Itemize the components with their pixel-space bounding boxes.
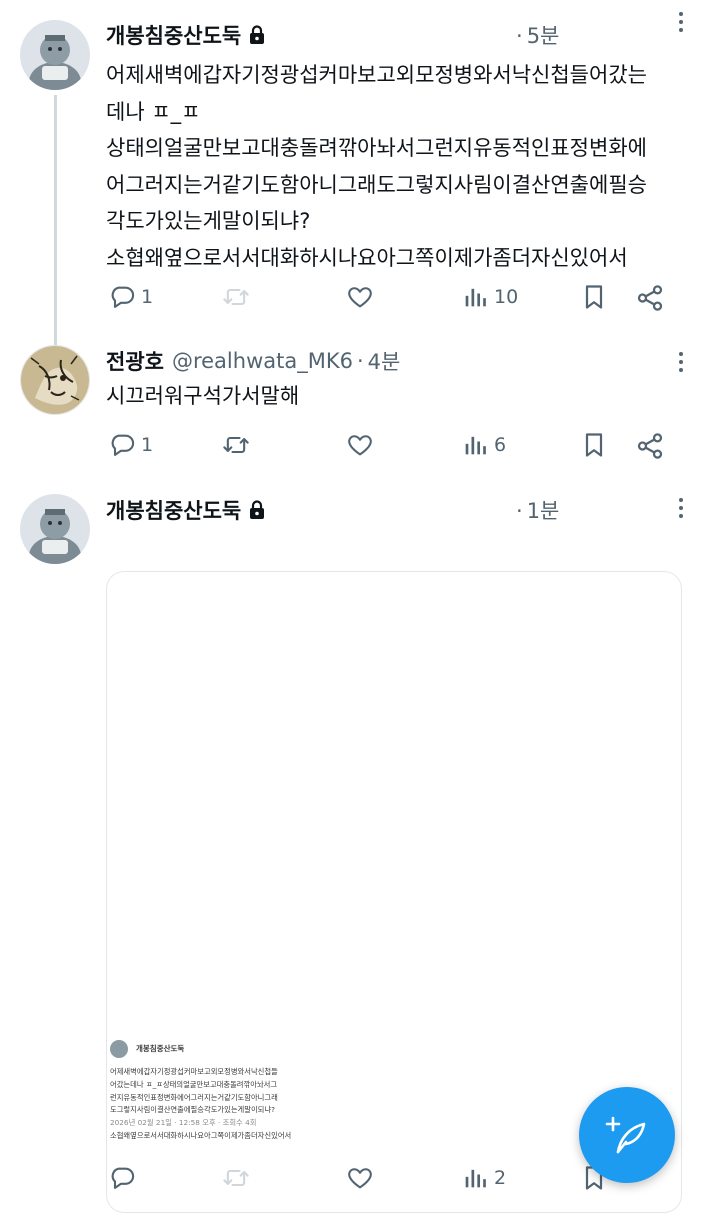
display-name[interactable]: 전광호 xyxy=(106,346,164,376)
like-button[interactable] xyxy=(346,431,374,459)
text-line: 시끄러워구석가서말해 xyxy=(106,384,300,408)
view-count: 10 xyxy=(494,286,519,308)
reply-count: 1 xyxy=(141,286,154,308)
text-line: 어그러지는거같기도함아니그래도그렇지사림이결산연출에필승 xyxy=(106,172,647,197)
embedded-screenshot: 개봉침중산도둑 어제새벽에갑자기정광섭커마보고외모정병와서낙신첩들 어갔는데나 … xyxy=(110,1040,310,1144)
post-header: 개봉침중산도둑 xyxy=(106,495,265,525)
retweet-icon xyxy=(223,288,249,306)
avatar-image xyxy=(21,346,89,414)
like-button[interactable] xyxy=(346,283,374,311)
retweet-button[interactable] xyxy=(222,1164,250,1192)
post-text: 시끄러워구석가서말해 xyxy=(106,378,681,415)
share-button[interactable] xyxy=(635,431,665,461)
comment-icon xyxy=(111,434,135,456)
post-header: 전광호 @realhwata_MK6 · 4분 xyxy=(106,346,400,376)
reply-count: 1 xyxy=(141,434,154,456)
retweet-icon xyxy=(223,436,249,454)
action-bar: 1 10 xyxy=(108,283,668,313)
text-line: 데나 ㅍ_ㅍ xyxy=(106,99,201,124)
embedded-line: 런지유동적인표정변화에어그러지는거같기도함아니그래 xyxy=(110,1092,278,1102)
post-time[interactable]: · 1분 xyxy=(512,495,559,525)
separator-dot: · xyxy=(516,499,523,523)
action-bar: 2 xyxy=(108,1164,668,1194)
views-button[interactable]: 2 xyxy=(461,1164,506,1192)
post-text: 어제새벽에갑자기정광섭커마보고외모정병와서낙신첩들어갔는 데나 ㅍ_ㅍ 상태의얼… xyxy=(106,57,681,276)
bookmark-icon xyxy=(585,285,603,309)
display-name[interactable]: 개봉침중산도둑 xyxy=(106,495,241,525)
like-button[interactable] xyxy=(346,1164,374,1192)
views-icon xyxy=(465,288,486,307)
compose-icon xyxy=(605,1116,646,1154)
views-icon xyxy=(465,1169,486,1188)
views-button[interactable]: 6 xyxy=(461,431,506,459)
heart-icon xyxy=(348,1168,372,1189)
embedded-line: 소협왜옆으로서서대화하시나요아그쪽이제가좀더자신있어서 xyxy=(110,1130,292,1140)
comment-icon xyxy=(111,286,135,308)
post-time[interactable]: 4분 xyxy=(368,346,401,376)
reply-button[interactable]: 1 xyxy=(108,431,153,459)
compose-button[interactable] xyxy=(579,1087,675,1183)
embedded-meta: 2026년 02월 21일 · 12:58 오후 · 조회수 4회 xyxy=(110,1118,257,1128)
embedded-avatar xyxy=(110,1040,128,1058)
share-icon xyxy=(637,433,663,459)
view-count: 2 xyxy=(494,1167,507,1189)
retweet-button[interactable] xyxy=(222,283,250,311)
avatar[interactable] xyxy=(20,20,90,90)
reply-button[interactable]: 1 xyxy=(108,283,153,311)
embedded-line: 어제새벽에갑자기정광섭커마보고외모정병와서낙신첩들 xyxy=(110,1067,278,1076)
lock-icon xyxy=(249,500,265,520)
embedded-name: 개봉침중산도둑 xyxy=(136,1043,185,1053)
heart-icon xyxy=(348,287,372,308)
view-count: 6 xyxy=(494,434,507,456)
reply-button[interactable] xyxy=(108,1164,136,1192)
separator-dot: · xyxy=(516,24,523,48)
retweet-icon xyxy=(223,1169,249,1187)
more-options-icon[interactable] xyxy=(678,12,684,32)
avatar[interactable] xyxy=(20,345,90,415)
thread-line xyxy=(54,95,57,345)
text-line: 상태의얼굴만보고대충돌려깎아놔서그런지유동적인표정변화에 xyxy=(106,136,647,160)
avatar-image xyxy=(20,494,90,564)
display-name[interactable]: 개봉침중산도둑 xyxy=(106,20,241,50)
avatar[interactable] xyxy=(20,494,90,564)
text-line: 소협왜옆으로서서대화하시나요아그쪽이제가좀더자신있어서 xyxy=(106,245,628,270)
views-button[interactable]: 10 xyxy=(461,283,518,311)
text-line: 각도가있는게말이되냐? xyxy=(106,209,311,233)
bookmark-icon xyxy=(585,433,603,457)
retweet-button[interactable] xyxy=(222,431,250,459)
bookmark-button[interactable] xyxy=(580,283,608,311)
share-button[interactable] xyxy=(635,283,665,313)
views-icon xyxy=(465,436,486,455)
embedded-line: 도그렇지사림이결산연출에필승각도가있는게말이되냐? xyxy=(110,1105,275,1115)
time-label: 5분 xyxy=(526,24,560,48)
time-label: 1분 xyxy=(526,499,560,523)
heart-icon xyxy=(348,435,372,456)
more-options-icon[interactable] xyxy=(678,498,684,518)
comment-icon xyxy=(111,1167,135,1189)
separator-dot: · xyxy=(356,349,364,373)
embedded-header: 개봉침중산도둑 xyxy=(110,1040,184,1058)
user-handle[interactable]: @realhwata_MK6 xyxy=(172,349,353,373)
bookmark-button[interactable] xyxy=(580,431,608,459)
text-line: 어제새벽에갑자기정광섭커마보고외모정병와서낙신첩들어갔는 xyxy=(106,63,647,87)
post-header: 개봉침중산도둑 xyxy=(106,20,265,50)
avatar-image xyxy=(20,20,90,90)
more-options-icon[interactable] xyxy=(678,352,684,372)
lock-icon xyxy=(249,25,265,45)
action-bar: 1 6 xyxy=(108,431,668,461)
embedded-line: 어갔는데나 ㅍ_ㅍ상태의얼굴만보고대충돌려깎아놔서그 xyxy=(110,1079,278,1089)
embedded-text: 어제새벽에갑자기정광섭커마보고외모정병와서낙신첩들 어갔는데나 ㅍ_ㅍ상태의얼굴… xyxy=(110,1066,291,1143)
share-icon xyxy=(637,285,663,311)
post-time[interactable]: · 5분 xyxy=(512,20,559,50)
